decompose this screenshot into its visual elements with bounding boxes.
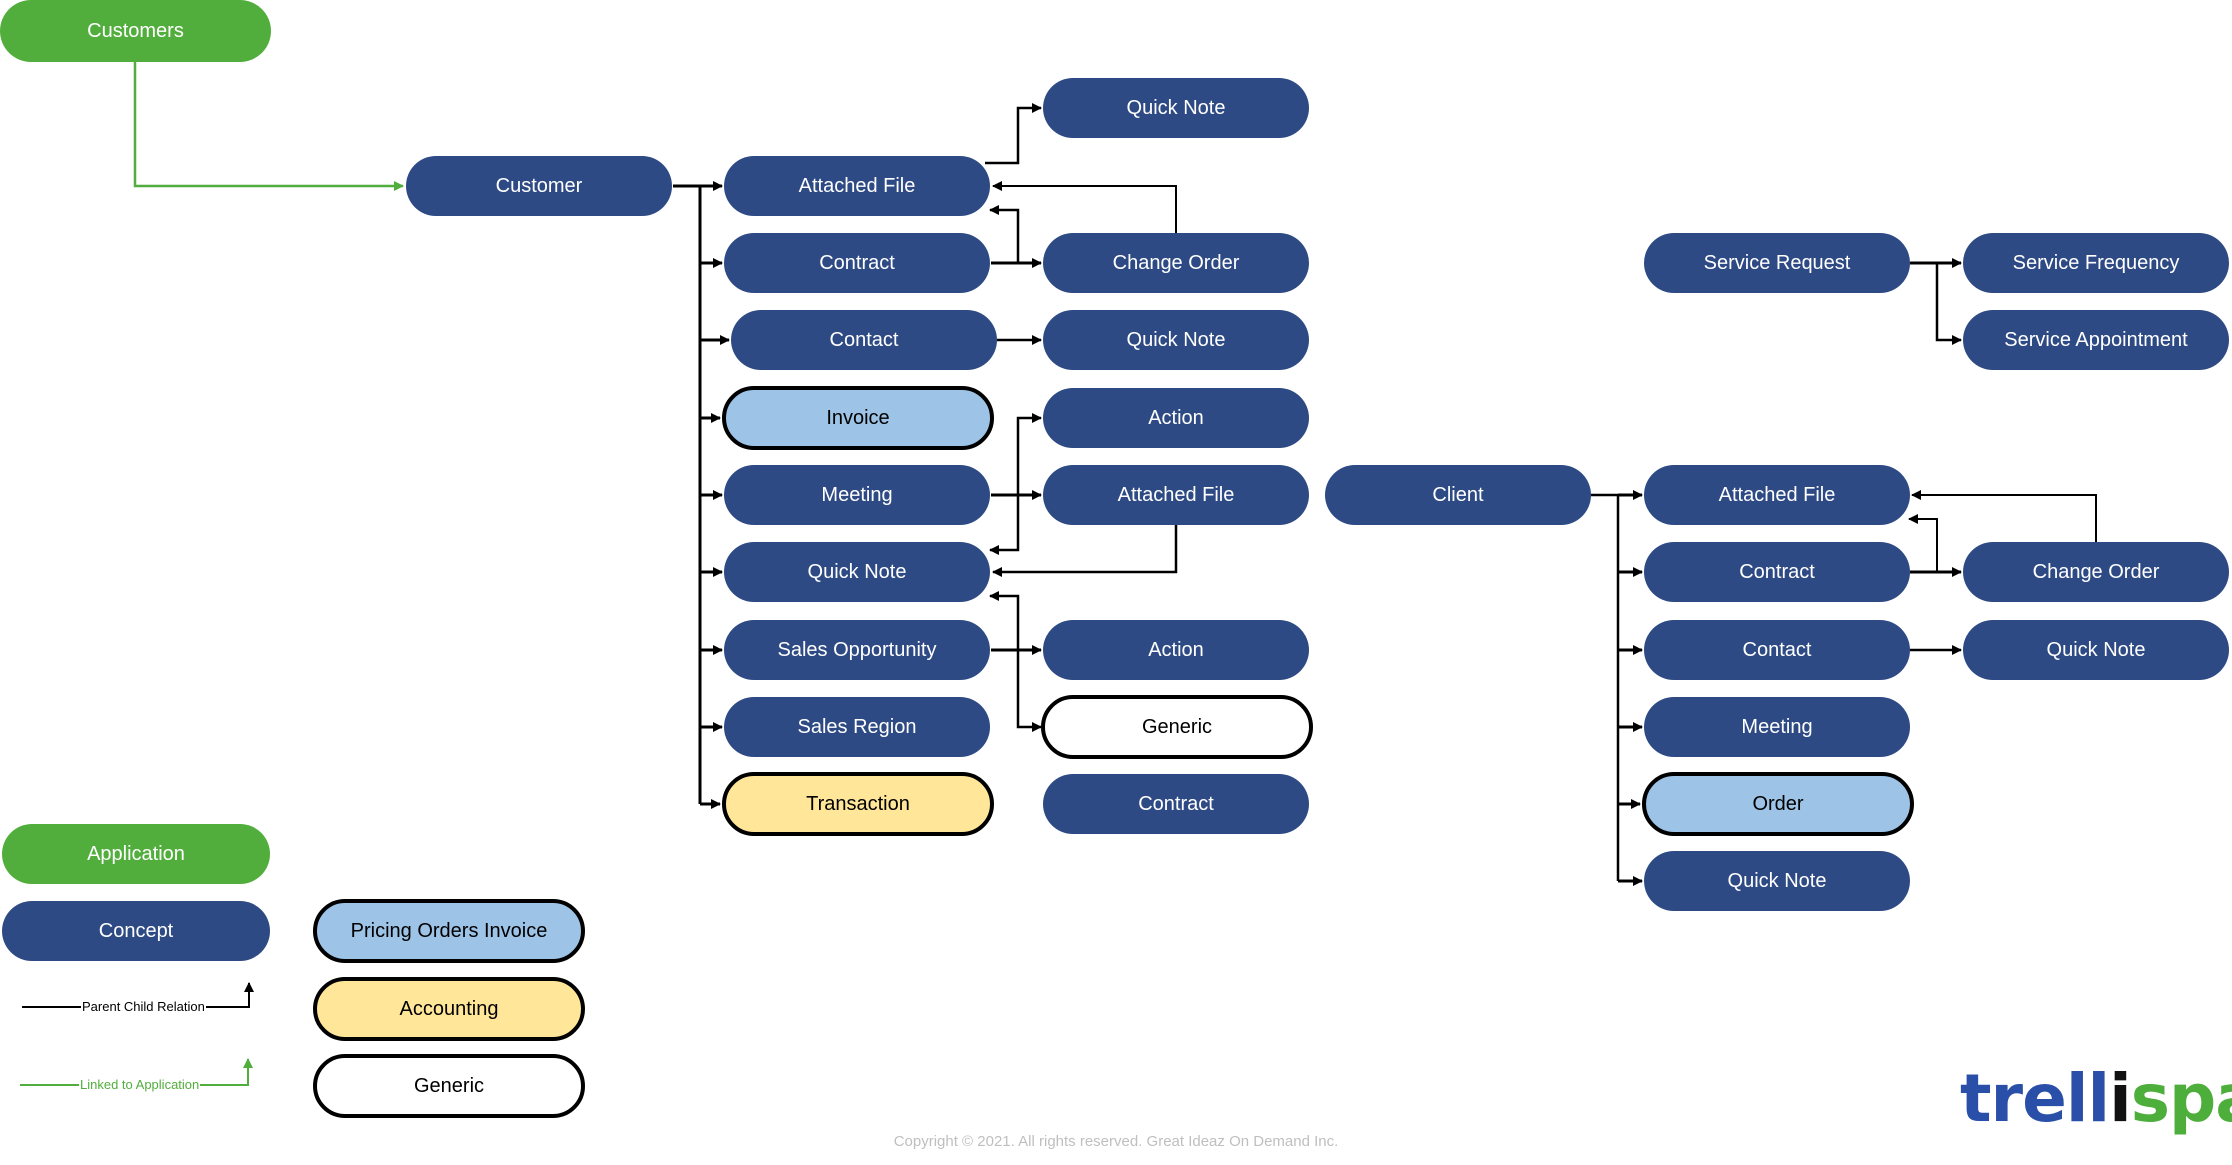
client-child-contract[interactable]: Contract — [1644, 542, 1910, 602]
customer-child-contact[interactable]: Contact — [731, 310, 997, 370]
customer-child-attached-file[interactable]: Attached File — [724, 156, 990, 216]
client-child-meeting[interactable]: Meeting — [1644, 697, 1910, 757]
link-attached-file-b-quick-note — [992, 525, 1178, 577]
trellispark-logo: trellispark — [1960, 1060, 2232, 1137]
concept-service-request[interactable]: Service Request — [1644, 233, 1910, 293]
concept-contract-standalone[interactable]: Contract — [1043, 774, 1309, 834]
link-client-change-order-attached-file — [1911, 490, 2097, 542]
link-contract-attached-file — [989, 205, 1020, 263]
logo-part-i: i — [2109, 1060, 2132, 1137]
client-contract-child-change-order[interactable]: Change Order — [1963, 542, 2229, 602]
concept-customer[interactable]: Customer — [406, 156, 672, 216]
customer-trunk-line — [673, 184, 702, 804]
link-customers-customer — [133, 62, 404, 191]
logo-part-spark: spark — [2130, 1060, 2232, 1137]
customer-child-meeting[interactable]: Meeting — [724, 465, 990, 525]
link-change-order-attached-file — [992, 181, 1177, 233]
customer-child-invoice[interactable]: Invoice — [722, 386, 994, 450]
link-service-request-appointment — [1935, 263, 1962, 345]
contact-child-quick-note[interactable]: Quick Note — [1043, 310, 1309, 370]
legend-application: Application — [2, 824, 270, 884]
link-attached-file-quick-note — [985, 103, 1042, 165]
legend-pricing-orders-invoice: Pricing Orders Invoice — [313, 899, 585, 963]
customer-child-sales-opportunity[interactable]: Sales Opportunity — [724, 620, 990, 680]
meeting-child-attached-file[interactable]: Attached File — [1043, 465, 1309, 525]
contract-child-change-order[interactable]: Change Order — [1043, 233, 1309, 293]
sales-opportunity-child-generic[interactable]: Generic — [1041, 695, 1313, 759]
link-meeting-action — [1016, 413, 1042, 495]
customer-child-contract[interactable]: Contract — [724, 233, 990, 293]
client-child-order[interactable]: Order — [1642, 772, 1914, 836]
client-child-attached-file[interactable]: Attached File — [1644, 465, 1910, 525]
customer-child-sales-region[interactable]: Sales Region — [724, 697, 990, 757]
client-contact-child-quick-note[interactable]: Quick Note — [1963, 620, 2229, 680]
logo-part-trell: trell — [1960, 1060, 2110, 1137]
copyright-text: Copyright © 2021. All rights reserved. G… — [893, 1133, 1339, 1150]
meeting-child-action[interactable]: Action — [1043, 388, 1309, 448]
client-child-contact[interactable]: Contact — [1644, 620, 1910, 680]
concept-client[interactable]: Client — [1325, 465, 1591, 525]
link-meeting-quick-note — [989, 495, 1020, 555]
customer-child-transaction[interactable]: Transaction — [722, 772, 994, 836]
sales-opportunity-child-action[interactable]: Action — [1043, 620, 1309, 680]
customer-child-quick-note[interactable]: Quick Note — [724, 542, 990, 602]
legend-accounting: Accounting — [313, 977, 585, 1041]
legend-linked-label: Linked to Application — [79, 1077, 201, 1092]
client-child-quick-note[interactable]: Quick Note — [1644, 851, 1910, 911]
legend-concept: Concept — [2, 901, 270, 961]
service-child-appointment[interactable]: Service Appointment — [1963, 310, 2229, 370]
attached-file-child-quick-note[interactable]: Quick Note — [1043, 78, 1309, 138]
link-sales-opportunity-generic — [1016, 650, 1042, 732]
link-sales-opportunity-quick-note — [989, 591, 1020, 650]
application-customers[interactable]: Customers — [0, 0, 271, 62]
service-child-frequency[interactable]: Service Frequency — [1963, 233, 2229, 293]
client-trunk-line — [1591, 493, 1620, 881]
legend-parent-child-label: Parent Child Relation — [81, 999, 206, 1014]
link-client-contract-attached-file — [1908, 514, 1938, 572]
legend-generic: Generic — [313, 1054, 585, 1118]
